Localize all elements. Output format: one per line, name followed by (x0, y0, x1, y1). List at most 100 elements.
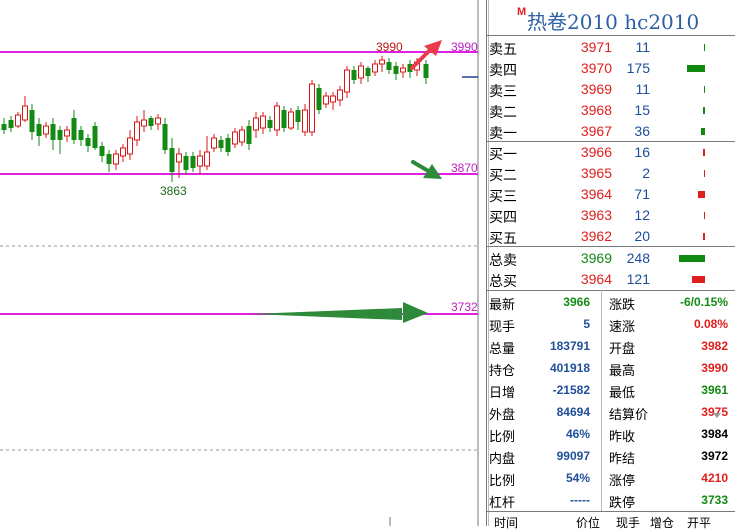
candle[interactable] (127, 130, 133, 160)
candle[interactable] (204, 136, 210, 170)
candle[interactable] (78, 126, 84, 146)
candle[interactable] (29, 104, 35, 140)
green-right-arrow[interactable] (250, 302, 428, 323)
candle[interactable] (288, 108, 294, 130)
candle[interactable] (120, 144, 126, 162)
candle[interactable] (330, 92, 336, 110)
total-sell-row[interactable]: 总卖 3969 248 (482, 248, 735, 269)
candle[interactable] (225, 134, 231, 156)
candle[interactable] (379, 56, 385, 72)
footer-col-hand[interactable]: 现手 (616, 514, 640, 531)
candle-body (267, 120, 273, 128)
candle[interactable] (106, 150, 112, 172)
ask-row[interactable]: 卖五 3971 11 (482, 37, 735, 58)
candle[interactable] (295, 106, 301, 130)
candle[interactable] (162, 118, 168, 154)
candle[interactable] (302, 104, 308, 136)
candle[interactable] (337, 86, 343, 106)
stats-row: 日增 -21582 最低 3961 (482, 379, 735, 400)
candle[interactable] (246, 120, 252, 150)
candle[interactable] (281, 106, 287, 132)
candle[interactable] (71, 110, 77, 144)
ask-row[interactable]: 卖四 3970 175 (482, 58, 735, 79)
candle[interactable] (358, 62, 364, 84)
candle[interactable] (267, 116, 273, 132)
footer-col-price[interactable]: 价位 (576, 514, 600, 531)
candle[interactable] (211, 134, 217, 152)
candle[interactable] (274, 102, 280, 136)
candle[interactable] (386, 58, 392, 74)
candle[interactable] (85, 134, 91, 152)
volume-bar (704, 86, 705, 93)
candle[interactable] (232, 128, 238, 148)
bid-row[interactable]: 买一 3966 16 (482, 142, 735, 163)
ask-row[interactable]: 卖三 3969 11 (482, 79, 735, 100)
stat-value: 46% (565, 427, 590, 441)
candle[interactable] (134, 116, 140, 146)
candle[interactable] (372, 60, 378, 76)
stat-label: 最低 (609, 385, 636, 400)
candle[interactable] (57, 126, 63, 154)
candle[interactable] (423, 60, 429, 84)
candle-body (288, 111, 294, 129)
level-volume: 175 (626, 60, 650, 76)
candle[interactable] (64, 126, 70, 142)
candle[interactable] (218, 136, 224, 152)
candle[interactable] (155, 114, 161, 130)
candle[interactable] (15, 112, 21, 128)
bid-row[interactable]: 买二 3965 2 (482, 163, 735, 184)
candle[interactable] (400, 64, 406, 78)
green-down-arrow[interactable] (411, 160, 442, 179)
instrument-title[interactable]: 热卷2010 hc2010 (527, 6, 699, 35)
red-up-arrow[interactable] (410, 40, 442, 70)
ask-row[interactable]: 卖二 3968 15 (482, 100, 735, 121)
stat-label: 外盘 (489, 407, 516, 422)
candle[interactable] (92, 122, 98, 150)
candle[interactable] (253, 112, 259, 138)
candle[interactable] (50, 118, 56, 150)
bid-row[interactable]: 买四 3963 12 (482, 205, 735, 226)
stat-value: -21582 (552, 383, 590, 397)
candle[interactable] (239, 126, 245, 146)
candle[interactable] (148, 116, 154, 130)
total-buy-row[interactable]: 总买 3964 121 (482, 269, 735, 290)
level-label: 卖一 (489, 125, 517, 141)
candle[interactable] (8, 116, 14, 132)
level-volume: 248 (626, 250, 650, 266)
candle[interactable] (393, 62, 399, 80)
ask-row[interactable]: 卖一 3967 36 (482, 121, 735, 142)
footer-col-oi-change[interactable]: 增仓 (650, 514, 674, 531)
bid-row[interactable]: 买五 3962 20 (482, 226, 735, 247)
candle[interactable] (1, 118, 7, 134)
candle[interactable] (323, 92, 329, 108)
candle[interactable] (316, 84, 322, 114)
footer-col-time[interactable]: 时间 (494, 514, 518, 531)
level-price: 3971 (580, 39, 612, 55)
stat-value: 3990 (701, 361, 728, 375)
candle[interactable] (309, 80, 315, 136)
level-label: 买五 (489, 230, 517, 246)
bid-row[interactable]: 买三 3964 71 (482, 184, 735, 205)
candle[interactable] (183, 152, 189, 174)
candle[interactable] (113, 150, 119, 170)
candle[interactable] (36, 118, 42, 146)
candle[interactable] (141, 110, 147, 132)
candle[interactable] (43, 122, 49, 138)
settlement-dropdown-icon[interactable] (713, 413, 721, 418)
candle[interactable] (344, 66, 350, 98)
candle[interactable] (169, 138, 175, 182)
volume-bar (703, 233, 705, 240)
candle[interactable] (99, 142, 105, 162)
volume-bar (703, 149, 705, 156)
footer-col-open-close[interactable]: 开平 (687, 514, 711, 531)
candle[interactable] (190, 152, 196, 172)
level-volume: 36 (634, 123, 650, 139)
level-label: 卖四 (489, 62, 517, 78)
candle-body (148, 118, 154, 126)
candle[interactable] (260, 112, 266, 134)
candle[interactable] (22, 96, 28, 122)
candle[interactable] (351, 66, 357, 84)
candlestick-chart[interactable]: 3990 3863 3990 3870 3732 (0, 0, 482, 526)
candle[interactable] (197, 150, 203, 174)
candle[interactable] (365, 66, 371, 82)
